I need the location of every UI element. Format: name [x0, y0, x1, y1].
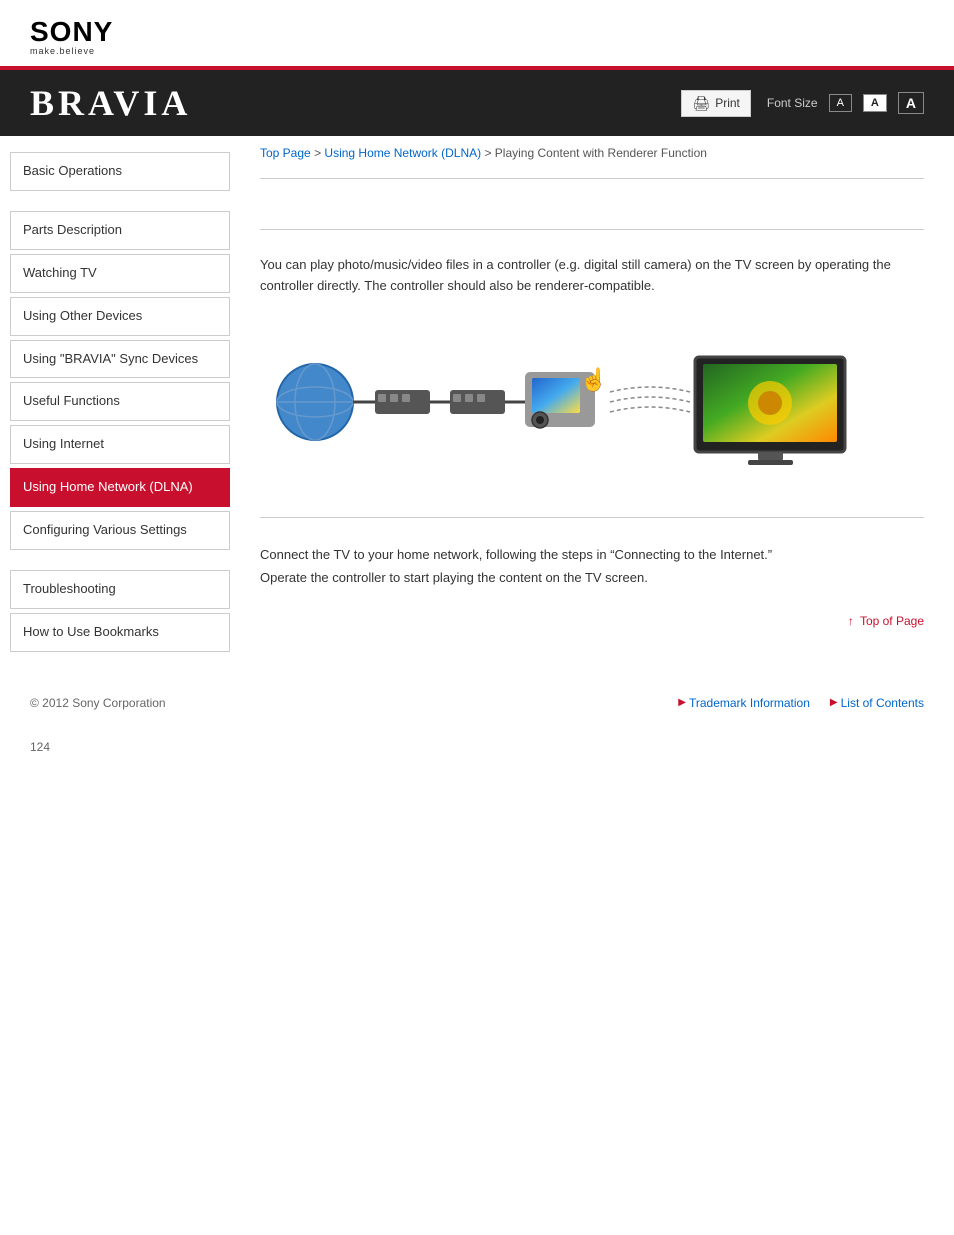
copyright-text: © 2012 Sony Corporation: [30, 696, 166, 710]
sidebar-item-basic-operations[interactable]: Basic Operations: [10, 152, 230, 191]
footer: © 2012 Sony Corporation ▶ Trademark Info…: [0, 686, 954, 720]
intro-section: You can play photo/music/video files in …: [260, 240, 924, 507]
print-button[interactable]: 🖨 Print: [681, 90, 750, 117]
sony-tagline: make.believe: [30, 46, 95, 56]
main-layout: Basic Operations Parts Description Watch…: [0, 136, 954, 676]
page-number: 124: [0, 720, 954, 774]
sidebar-item-using-other-devices[interactable]: Using Other Devices: [10, 297, 230, 336]
print-icon: 🖨: [692, 95, 710, 112]
font-small-button[interactable]: A: [829, 94, 852, 112]
breadcrumb-sep1: >: [314, 146, 324, 160]
footer-links: ▶ Trademark Information ▶ List of Conten…: [678, 696, 924, 710]
breadcrumb: Top Page > Using Home Network (DLNA) > P…: [260, 136, 924, 168]
bravia-bar: BRAVIA 🖨 Print Font Size A A A: [0, 66, 954, 136]
sidebar-item-troubleshooting[interactable]: Troubleshooting: [10, 570, 230, 609]
sony-logo: SONY make.believe: [30, 18, 113, 56]
sidebar-item-configuring-settings[interactable]: Configuring Various Settings: [10, 511, 230, 550]
sidebar-item-home-network[interactable]: Using Home Network (DLNA): [10, 468, 230, 507]
svg-text:☝: ☝: [580, 366, 607, 393]
steps-text-2: Operate the controller to start playing …: [260, 566, 924, 589]
sidebar-item-parts-description[interactable]: Parts Description: [10, 211, 230, 250]
list-of-contents-link[interactable]: ▶ List of Contents: [830, 696, 924, 710]
bravia-controls: 🖨 Print Font Size A A A: [681, 90, 924, 117]
breadcrumb-current: Playing Content with Renderer Function: [495, 146, 707, 160]
top-bar: SONY make.believe: [0, 0, 954, 66]
up-arrow-icon: ↑: [848, 614, 854, 628]
font-medium-button[interactable]: A: [863, 94, 887, 112]
steps-text-1: Connect the TV to your home network, fol…: [260, 543, 924, 566]
network-diagram: ☝: [260, 332, 860, 472]
breadcrumb-home-network[interactable]: Using Home Network (DLNA): [324, 146, 481, 160]
font-size-label: Font Size: [767, 96, 818, 110]
content-area: Top Page > Using Home Network (DLNA) > P…: [240, 136, 954, 676]
breadcrumb-top-page[interactable]: Top Page: [260, 146, 311, 160]
breadcrumb-sep2: >: [484, 146, 494, 160]
sidebar-item-bravia-sync[interactable]: Using "BRAVIA" Sync Devices: [10, 340, 230, 379]
sidebar-item-using-internet[interactable]: Using Internet: [10, 425, 230, 464]
divider-2: [260, 229, 924, 230]
top-of-page-anchor[interactable]: Top of Page: [860, 614, 924, 628]
font-large-button[interactable]: A: [898, 92, 924, 114]
divider-3: [260, 517, 924, 518]
trademark-link[interactable]: ▶ Trademark Information: [678, 696, 810, 710]
title-space: [260, 189, 924, 219]
top-of-page-link: ↑ Top of Page: [260, 604, 924, 638]
intro-text: You can play photo/music/video files in …: [260, 255, 924, 297]
divider-top: [260, 178, 924, 179]
contents-arrow-icon: ▶: [830, 697, 838, 708]
sidebar: Basic Operations Parts Description Watch…: [0, 136, 240, 676]
bravia-title: BRAVIA: [30, 82, 191, 124]
steps-section: Connect the TV to your home network, fol…: [260, 528, 924, 605]
sidebar-item-watching-tv[interactable]: Watching TV: [10, 254, 230, 293]
print-label: Print: [715, 96, 740, 110]
diagram-area: ☝: [260, 312, 924, 492]
sidebar-item-bookmarks[interactable]: How to Use Bookmarks: [10, 613, 230, 652]
trademark-arrow-icon: ▶: [678, 697, 686, 708]
sidebar-item-useful-functions[interactable]: Useful Functions: [10, 382, 230, 421]
sony-text: SONY: [30, 18, 113, 46]
